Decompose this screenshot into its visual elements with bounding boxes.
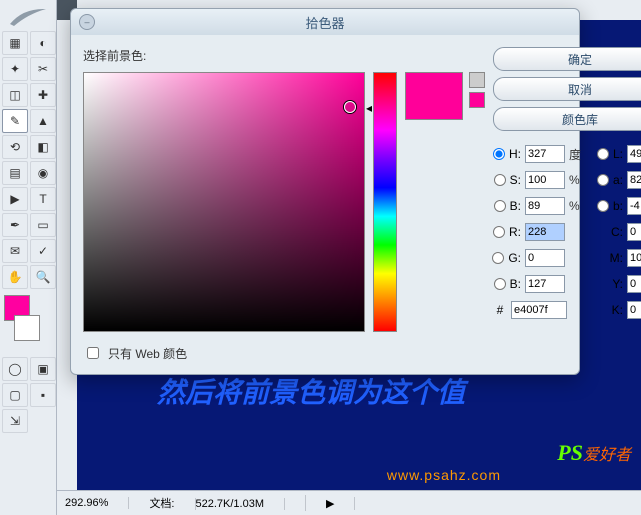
color-preview xyxy=(405,72,463,120)
bb-input[interactable] xyxy=(525,275,565,293)
type-tool-icon[interactable]: T xyxy=(30,187,56,211)
websafe-swatch[interactable] xyxy=(469,92,485,108)
eraser-tool-icon[interactable]: ◧ xyxy=(30,135,56,159)
hue-slider[interactable] xyxy=(373,72,397,332)
hex-input[interactable] xyxy=(511,301,567,319)
ok-button[interactable]: 确定 xyxy=(493,47,641,71)
a-radio[interactable] xyxy=(597,174,609,186)
picker-prompt: 选择前景色: xyxy=(83,47,485,64)
wand-tool-icon[interactable]: ✦ xyxy=(2,57,28,81)
field-cursor-icon[interactable] xyxy=(344,101,356,113)
path-tool-icon[interactable]: ▶ xyxy=(2,187,28,211)
zoom-tool-icon[interactable]: 🔍 xyxy=(30,265,56,289)
web-only-checkbox[interactable]: 只有 Web 颜色 xyxy=(83,344,485,362)
g-input[interactable] xyxy=(525,249,565,267)
swatches-button[interactable]: 颜色库 xyxy=(493,107,641,131)
gradient-tool-icon[interactable]: ▤ xyxy=(2,161,28,185)
color-picker-dialog: – 拾色器 选择前景色: ◂ xyxy=(70,8,580,375)
doc-size: 文档:522.7K/1.03M xyxy=(149,495,306,511)
web-only-input[interactable] xyxy=(87,347,99,359)
websafe-cube-icon[interactable] xyxy=(469,72,485,88)
screen-mode-2-icon[interactable]: ▢ xyxy=(2,383,28,407)
toolbar: ▦ ◐ ✦ ✂ ◫ ✚ ✎ ▲ ⟲ ◧ ▤ ◉ ▶ T ✒ ▭ ✉ ✓ ✋ 🔍 … xyxy=(0,0,57,515)
watermark-url: www.psahz.com xyxy=(387,467,501,483)
m-input[interactable] xyxy=(627,249,641,267)
y-input[interactable] xyxy=(627,275,641,293)
notes-tool-icon[interactable]: ✉ xyxy=(2,239,28,263)
mask-mode-icon[interactable]: ◯ xyxy=(2,357,28,381)
lb-input[interactable] xyxy=(627,197,641,215)
shape-tool-icon[interactable]: ▭ xyxy=(30,213,56,237)
h-input[interactable] xyxy=(525,145,565,163)
stamp-tool-icon[interactable]: ▲ xyxy=(30,109,56,133)
slice-tool-icon[interactable]: ◫ xyxy=(2,83,28,107)
screen-mode-3-icon[interactable]: ▪ xyxy=(30,383,56,407)
lasso-tool-icon[interactable]: ◐ xyxy=(30,31,56,55)
crop-tool-icon[interactable]: ✂ xyxy=(30,57,56,81)
s-radio[interactable] xyxy=(494,174,506,186)
heal-tool-icon[interactable]: ✚ xyxy=(30,83,56,107)
move-tool-icon[interactable]: ▦ xyxy=(2,31,28,55)
b-input[interactable] xyxy=(525,197,565,215)
k-input[interactable] xyxy=(627,301,641,319)
lb-radio[interactable] xyxy=(597,200,609,212)
l-radio[interactable] xyxy=(597,148,609,160)
status-bar: 292.96% 文档:522.7K/1.03M ▶ xyxy=(57,490,641,515)
hex-label: # xyxy=(493,303,507,317)
c-input[interactable] xyxy=(627,223,641,241)
background-swatch[interactable] xyxy=(14,315,40,341)
color-field[interactable]: ◂ xyxy=(83,72,365,332)
bb-radio[interactable] xyxy=(494,278,506,290)
app-logo xyxy=(0,4,56,29)
history-brush-icon[interactable]: ⟲ xyxy=(2,135,28,159)
hue-arrow-icon: ◂ xyxy=(366,101,372,115)
a-input[interactable] xyxy=(627,171,641,189)
brush-tool-icon[interactable]: ✎ xyxy=(2,109,28,133)
s-input[interactable] xyxy=(525,171,565,189)
cancel-button[interactable]: 取消 xyxy=(493,77,641,101)
canvas-caption: 然后将前景色调为这个值 xyxy=(157,371,465,411)
g-radio[interactable] xyxy=(492,252,504,264)
hand-tool-icon[interactable]: ✋ xyxy=(2,265,28,289)
pen-tool-icon[interactable]: ✒ xyxy=(2,213,28,237)
screen-mode-icon[interactable]: ▣ xyxy=(30,357,56,381)
b-radio[interactable] xyxy=(494,200,506,212)
watermark-logo: PS爱好者 xyxy=(557,440,631,466)
blur-tool-icon[interactable]: ◉ xyxy=(30,161,56,185)
r-input[interactable] xyxy=(525,223,565,241)
status-menu-icon[interactable]: ▶ xyxy=(326,497,355,510)
zoom-level[interactable]: 292.96% xyxy=(65,497,129,509)
dialog-title: 拾色器 xyxy=(71,13,579,32)
h-radio[interactable] xyxy=(493,148,505,160)
eyedropper-tool-icon[interactable]: ✓ xyxy=(30,239,56,263)
close-icon[interactable]: – xyxy=(79,14,95,30)
l-input[interactable] xyxy=(627,145,641,163)
titlebar[interactable]: – 拾色器 xyxy=(71,9,579,35)
r-radio[interactable] xyxy=(493,226,505,238)
jump-icon[interactable]: ⇲ xyxy=(2,409,28,433)
